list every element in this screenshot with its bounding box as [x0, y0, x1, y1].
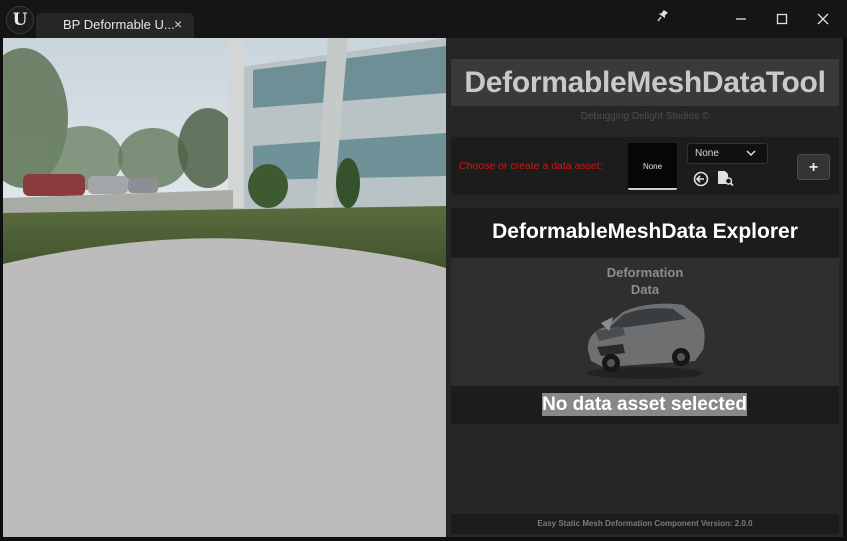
- close-button[interactable]: [808, 5, 838, 33]
- tool-title: DeformableMeshDataTool: [451, 59, 839, 106]
- viewport[interactable]: [3, 38, 446, 537]
- damaged-car-image: [587, 303, 705, 379]
- minimize-button[interactable]: [726, 5, 756, 33]
- no-selection-message: No data asset selected: [542, 393, 747, 416]
- document-tab[interactable]: BP Deformable U... ×: [36, 13, 194, 38]
- studio-credit: Debugging Delight Studios ©: [580, 111, 710, 122]
- close-icon: [817, 13, 829, 25]
- minimize-icon: [736, 18, 746, 20]
- version-footer: Easy Static Mesh Deformation Component V…: [451, 514, 839, 534]
- deformation-data-caption: Deformation Data: [451, 264, 839, 298]
- explorer-title: DeformableMeshData Explorer: [451, 208, 839, 258]
- create-asset-button[interactable]: +: [797, 154, 830, 180]
- title-bar: U BP Deformable U... ×: [0, 0, 847, 38]
- chevron-down-icon: [746, 150, 756, 157]
- asset-prompt-label: Choose or create a data asset:: [459, 160, 603, 172]
- use-selected-asset-icon[interactable]: [692, 170, 710, 188]
- tab-close-icon[interactable]: ×: [174, 16, 182, 32]
- asset-dropdown-value: None: [695, 148, 719, 159]
- asset-dropdown[interactable]: None: [687, 143, 768, 164]
- maximize-button[interactable]: [767, 5, 797, 33]
- browse-asset-icon[interactable]: [716, 169, 734, 187]
- unreal-logo[interactable]: U: [6, 6, 34, 34]
- maximize-icon: [776, 13, 788, 25]
- pin-icon[interactable]: [655, 9, 669, 23]
- viewport-scene: [3, 38, 446, 537]
- caption-line-1: Deformation: [606, 265, 684, 280]
- asset-thumbnail[interactable]: None: [628, 143, 677, 190]
- tab-title: BP Deformable U...: [63, 17, 175, 32]
